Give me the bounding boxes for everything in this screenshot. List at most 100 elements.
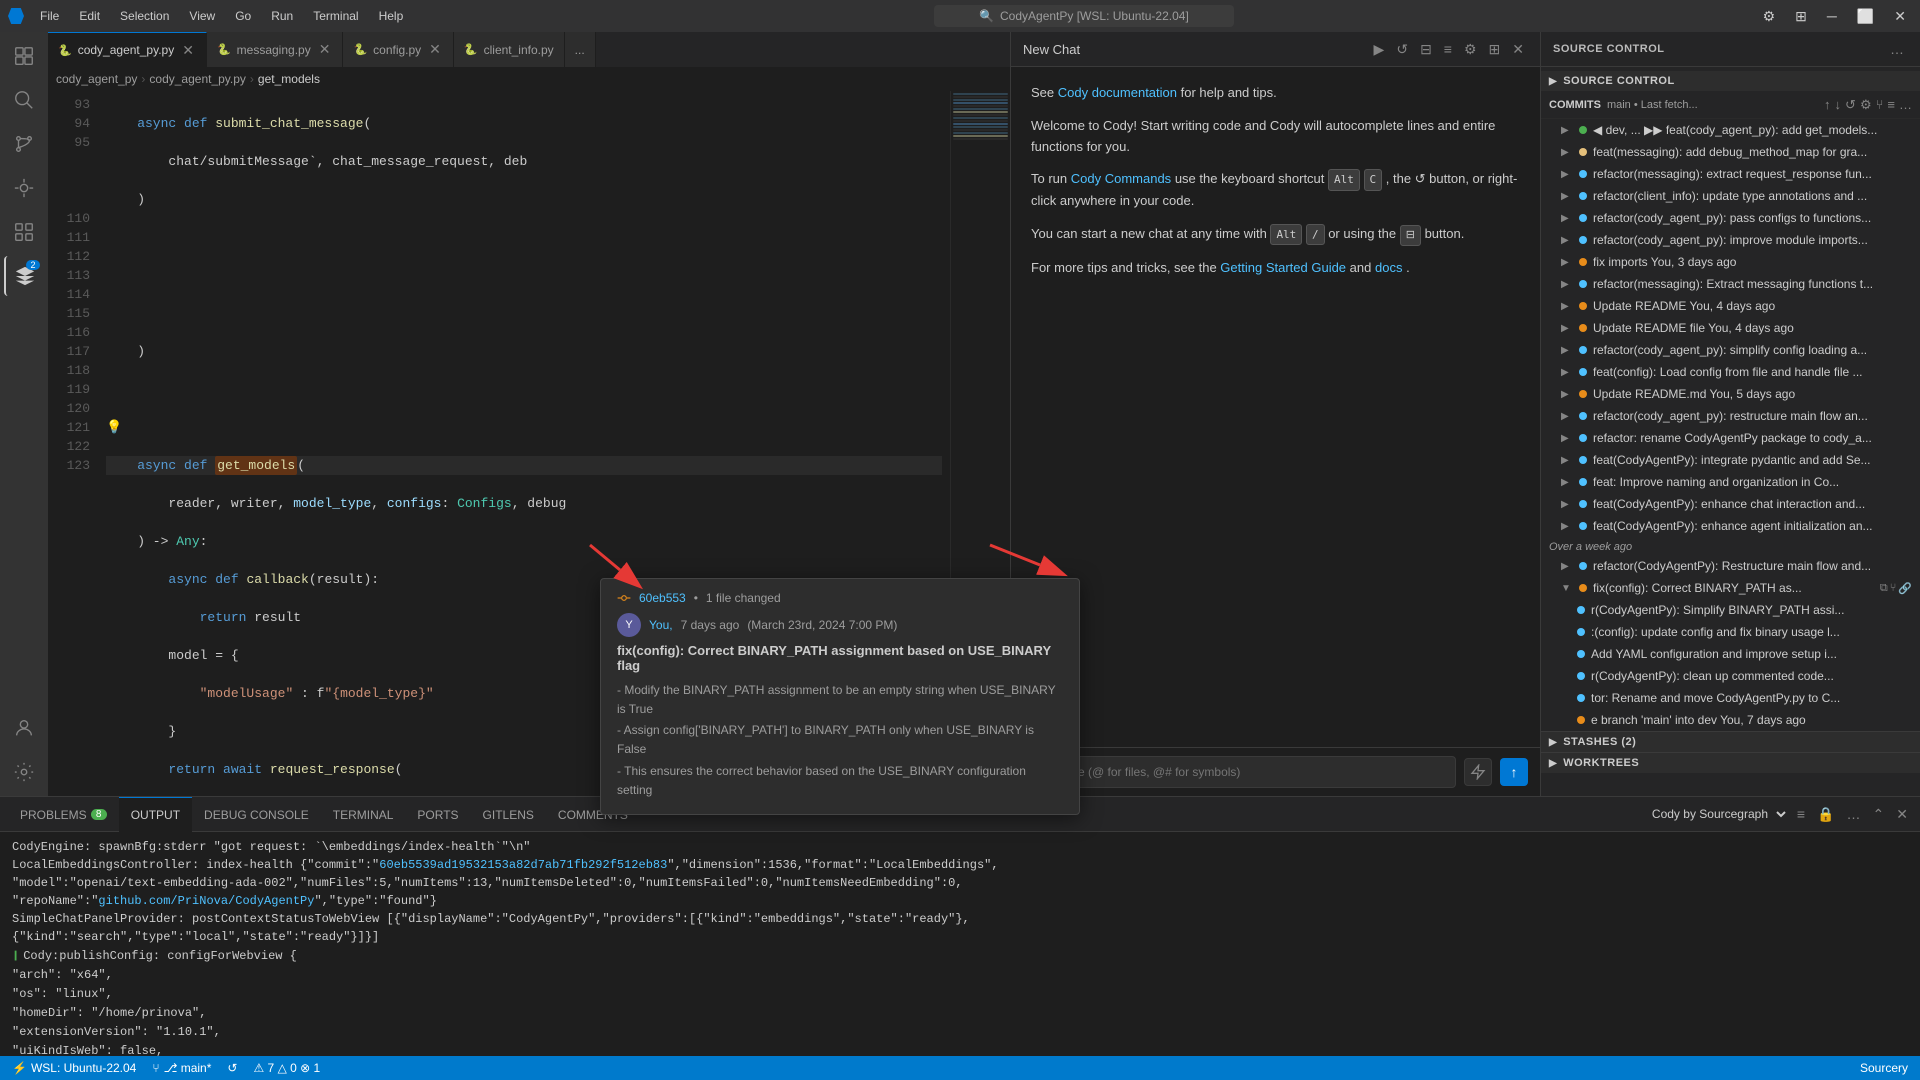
tab-config[interactable]: 🐍 config.py ✕ [343, 32, 453, 67]
tab-problems[interactable]: PROBLEMS 8 [8, 797, 119, 832]
activity-debug[interactable] [4, 168, 44, 208]
activity-explorer[interactable] [4, 36, 44, 76]
commit-item-11[interactable]: ▶ feat(config): Load config from file an… [1541, 361, 1920, 383]
tab-close-2[interactable]: ✕ [427, 39, 443, 60]
commit-item-2[interactable]: ▶ refactor(messaging): extract request_r… [1541, 163, 1920, 185]
commit-item-9[interactable]: ▶ Update README file You, 4 days ago [1541, 317, 1920, 339]
activity-account[interactable] [4, 708, 44, 748]
status-sourcery[interactable]: Sourcery [1856, 1061, 1912, 1075]
commit-item-7[interactable]: ▶ refactor(messaging): Extract messaging… [1541, 273, 1920, 295]
activity-extensions[interactable] [4, 212, 44, 252]
commit-item-13[interactable]: ▶ refactor(cody_agent_py): restructure m… [1541, 405, 1920, 427]
sub-commit-1[interactable]: :(config): update config and fix binary … [1541, 621, 1920, 643]
commit-item-10[interactable]: ▶ refactor(cody_agent_py): simplify conf… [1541, 339, 1920, 361]
status-wsl[interactable]: ⚡ WSL: Ubuntu-22.04 [8, 1056, 140, 1080]
tab-gitlens[interactable]: GITLENS [471, 797, 546, 832]
tab-output[interactable]: OUTPUT [119, 797, 192, 832]
status-sync[interactable]: ↺ [223, 1056, 241, 1080]
menu-help[interactable]: Help [371, 5, 412, 27]
tab-messaging[interactable]: 🐍 messaging.py ✕ [207, 32, 343, 67]
commit-item-16[interactable]: ▶ feat: Improve naming and organization … [1541, 471, 1920, 493]
cody-play-btn[interactable]: ▶ [1370, 39, 1389, 60]
close-btn[interactable]: ✕ [1888, 6, 1912, 27]
sub-commit-3[interactable]: r(CodyAgentPy): clean up commented code.… [1541, 665, 1920, 687]
status-warnings[interactable]: ⚠ 7 △ 0 ⊗ 1 [249, 1056, 324, 1080]
activity-settings[interactable] [4, 752, 44, 792]
commit-item-6[interactable]: ▶ fix imports You, 3 days ago [1541, 251, 1920, 273]
cody-refresh-btn[interactable]: ↺ [1392, 39, 1412, 60]
restore-btn[interactable]: ⬜ [1851, 6, 1880, 27]
commits-branch-btn[interactable]: ⑂ [1876, 97, 1884, 113]
cody-cmd-link[interactable]: Cody Commands [1071, 171, 1171, 186]
output-layout-btn[interactable]: ≡ [1793, 804, 1809, 824]
sc-source-control-section[interactable]: ▶ SOURCE CONTROL [1541, 71, 1920, 91]
output-source-select[interactable]: Cody by Sourcegraph [1644, 804, 1789, 824]
commit-item-8[interactable]: ▶ Update README You, 4 days ago [1541, 295, 1920, 317]
cody-split-btn[interactable]: ⊞ [1485, 39, 1505, 60]
breadcrumb-item-1[interactable]: cody_agent_py.py [149, 72, 246, 86]
sub-commit-5[interactable]: e branch 'main' into dev You, 7 days ago [1541, 709, 1920, 731]
commits-settings-btn[interactable]: ⚙ [1860, 97, 1872, 113]
menu-edit[interactable]: Edit [71, 5, 108, 27]
breadcrumb-item-2[interactable]: get_models [258, 72, 320, 86]
output-close-btn[interactable]: ✕ [1892, 804, 1912, 825]
commit-item-4[interactable]: ▶ refactor(cody_agent_py): pass configs … [1541, 207, 1920, 229]
tab-debug-console[interactable]: DEBUG CONSOLE [192, 797, 321, 832]
commit-item-12[interactable]: ▶ Update README.md You, 5 days ago [1541, 383, 1920, 405]
icon-copy[interactable]: ⧉ [1880, 582, 1888, 595]
sub-commit-0[interactable]: r(CodyAgentPy): Simplify BINARY_PATH ass… [1541, 599, 1920, 621]
cody-chat-btn[interactable]: ⊟ [1416, 39, 1436, 60]
commit-item-17[interactable]: ▶ feat(CodyAgentPy): enhance chat intera… [1541, 493, 1920, 515]
tab-client-info[interactable]: 🐍 client_info.py [454, 32, 565, 67]
remote-icon[interactable]: ⊞ [1789, 6, 1813, 27]
menu-view[interactable]: View [181, 5, 223, 27]
tab-close-0[interactable]: ✕ [180, 40, 196, 61]
cody-doc-link[interactable]: Cody documentation [1058, 85, 1177, 100]
commits-down-btn[interactable]: ↓ [1835, 97, 1842, 113]
tab-ports[interactable]: PORTS [405, 797, 470, 832]
commits-filter-btn[interactable]: ≡ [1887, 97, 1895, 113]
cody-message-input[interactable] [1023, 756, 1456, 788]
menu-terminal[interactable]: Terminal [305, 5, 366, 27]
cody-list-btn[interactable]: ≡ [1440, 39, 1456, 59]
cody-close-btn[interactable]: ✕ [1508, 39, 1528, 60]
menu-file[interactable]: File [32, 5, 67, 27]
tab-terminal[interactable]: TERMINAL [321, 797, 406, 832]
commit-item-15[interactable]: ▶ feat(CodyAgentPy): integrate pydantic … [1541, 449, 1920, 471]
sub-commit-2[interactable]: Add YAML configuration and improve setup… [1541, 643, 1920, 665]
terminal-output[interactable]: CodyEngine: spawnBfg:stderr "got request… [0, 832, 1920, 1056]
week-commit-1[interactable]: ▼ fix(config): Correct BINARY_PATH as...… [1541, 577, 1920, 599]
commit-item-1[interactable]: ▶ feat(messaging): add debug_method_map … [1541, 141, 1920, 163]
week-commit-0[interactable]: ▶ refactor(CodyAgentPy): Restructure mai… [1541, 555, 1920, 577]
menu-go[interactable]: Go [227, 5, 259, 27]
breadcrumb-item-0[interactable]: cody_agent_py [56, 72, 137, 86]
commits-refresh-btn[interactable]: ↺ [1845, 97, 1856, 113]
output-lock-btn[interactable]: 🔒 [1813, 804, 1838, 825]
icon-link[interactable]: 🔗 [1898, 582, 1912, 595]
cody-getting-started-link[interactable]: Getting Started Guide [1220, 260, 1346, 275]
sub-commit-4[interactable]: tor: Rename and move CodyAgentPy.py to C… [1541, 687, 1920, 709]
commit-item-5[interactable]: ▶ refactor(cody_agent_py): improve modul… [1541, 229, 1920, 251]
sc-more-btn[interactable]: … [1886, 39, 1908, 59]
output-more-btn[interactable]: … [1843, 804, 1865, 824]
commits-up-btn[interactable]: ↑ [1824, 97, 1831, 113]
status-branch[interactable]: ⑂ ⎇ main* [148, 1056, 215, 1080]
commits-more-btn[interactable]: … [1899, 97, 1912, 113]
activity-search[interactable] [4, 80, 44, 120]
stashes-section[interactable]: ▶ STASHES (2) [1541, 731, 1920, 752]
tab-cody-agent-py[interactable]: 🐍 cody_agent_py.py ✕ [48, 32, 207, 67]
activity-cody[interactable]: 2 [4, 256, 44, 296]
cody-enhance-button[interactable] [1464, 758, 1492, 786]
cody-send-button[interactable]: ↑ [1500, 758, 1528, 786]
worktrees-section[interactable]: ▶ WORKTREES [1541, 752, 1920, 773]
cody-settings-btn[interactable]: ⚙ [1460, 39, 1481, 60]
title-bar-search[interactable]: 🔍 CodyAgentPy [WSL: Ubuntu-22.04] [934, 5, 1234, 27]
menu-run[interactable]: Run [263, 5, 301, 27]
minimize-btn[interactable]: ─ [1821, 6, 1843, 26]
commit-item-0[interactable]: ▶ ◀ dev, ... ▶▶ feat(cody_agent_py): add… [1541, 119, 1920, 141]
cody-docs-link[interactable]: docs [1375, 260, 1402, 275]
activity-git[interactable] [4, 124, 44, 164]
settings-icon[interactable]: ⚙ [1757, 6, 1782, 27]
tab-overflow[interactable]: ... [565, 32, 596, 67]
icon-branch[interactable]: ⑂ [1890, 582, 1897, 595]
